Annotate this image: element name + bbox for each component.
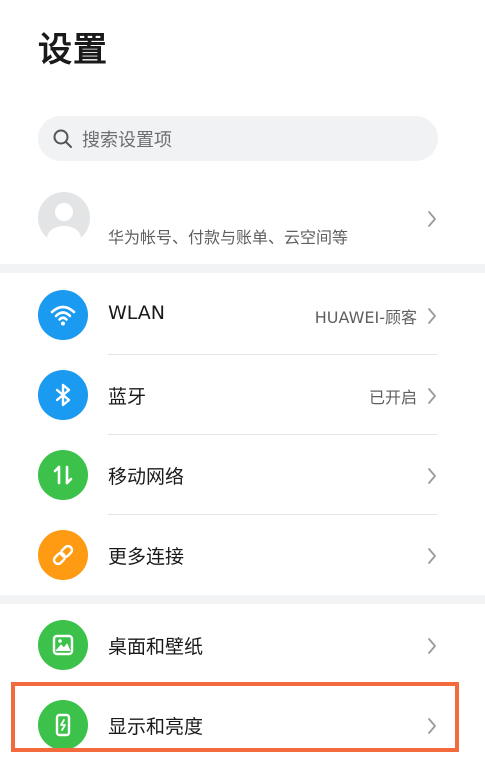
display-brightness-icon — [38, 700, 88, 750]
avatar-icon — [38, 192, 90, 244]
chevron-right-icon — [427, 547, 437, 569]
chevron-right-icon — [427, 307, 437, 329]
wifi-icon — [38, 290, 88, 340]
section-gap — [0, 595, 485, 604]
page-title: 设置 — [38, 30, 108, 70]
settings-item-label: 更多连接 — [108, 546, 185, 568]
settings-item-label: 显示和亮度 — [108, 716, 204, 738]
chevron-right-icon — [427, 717, 437, 739]
chevron-right-icon — [427, 637, 437, 659]
search-placeholder: 搜索设置项 — [82, 129, 172, 151]
search-icon — [52, 128, 74, 150]
chevron-right-icon — [427, 210, 437, 232]
chevron-right-icon — [427, 387, 437, 409]
section-gap — [0, 264, 485, 273]
settings-item-home-wallpaper[interactable]: 桌面和壁纸 — [0, 605, 485, 685]
bluetooth-icon — [38, 370, 88, 420]
settings-item-bluetooth[interactable]: 蓝牙 已开启 — [0, 355, 485, 435]
account-description: 华为帐号、付款与账单、云空间等 — [108, 228, 349, 247]
settings-item-mobile-network[interactable]: 移动网络 — [0, 435, 485, 515]
settings-item-display-brightness[interactable]: 显示和亮度 — [0, 685, 485, 765]
chevron-right-icon — [427, 467, 437, 489]
link-icon — [38, 530, 88, 580]
settings-item-label: 蓝牙 — [108, 386, 147, 408]
settings-item-value: HUAWEI-顾客 — [314, 308, 417, 327]
search-input[interactable]: 搜索设置项 — [38, 116, 438, 161]
settings-item-label: 移动网络 — [108, 466, 185, 488]
wallpaper-icon — [38, 620, 88, 670]
settings-item-wlan[interactable]: WLAN HUAWEI-顾客 — [0, 275, 485, 355]
settings-item-more-connections[interactable]: 更多连接 — [0, 515, 485, 595]
settings-item-value: 已开启 — [368, 388, 417, 407]
settings-item-label: WLAN — [108, 302, 166, 324]
settings-item-label: 桌面和壁纸 — [108, 636, 204, 658]
account-item[interactable]: 华为帐号、付款与账单、云空间等 — [0, 182, 485, 262]
mobile-network-icon — [38, 450, 88, 500]
